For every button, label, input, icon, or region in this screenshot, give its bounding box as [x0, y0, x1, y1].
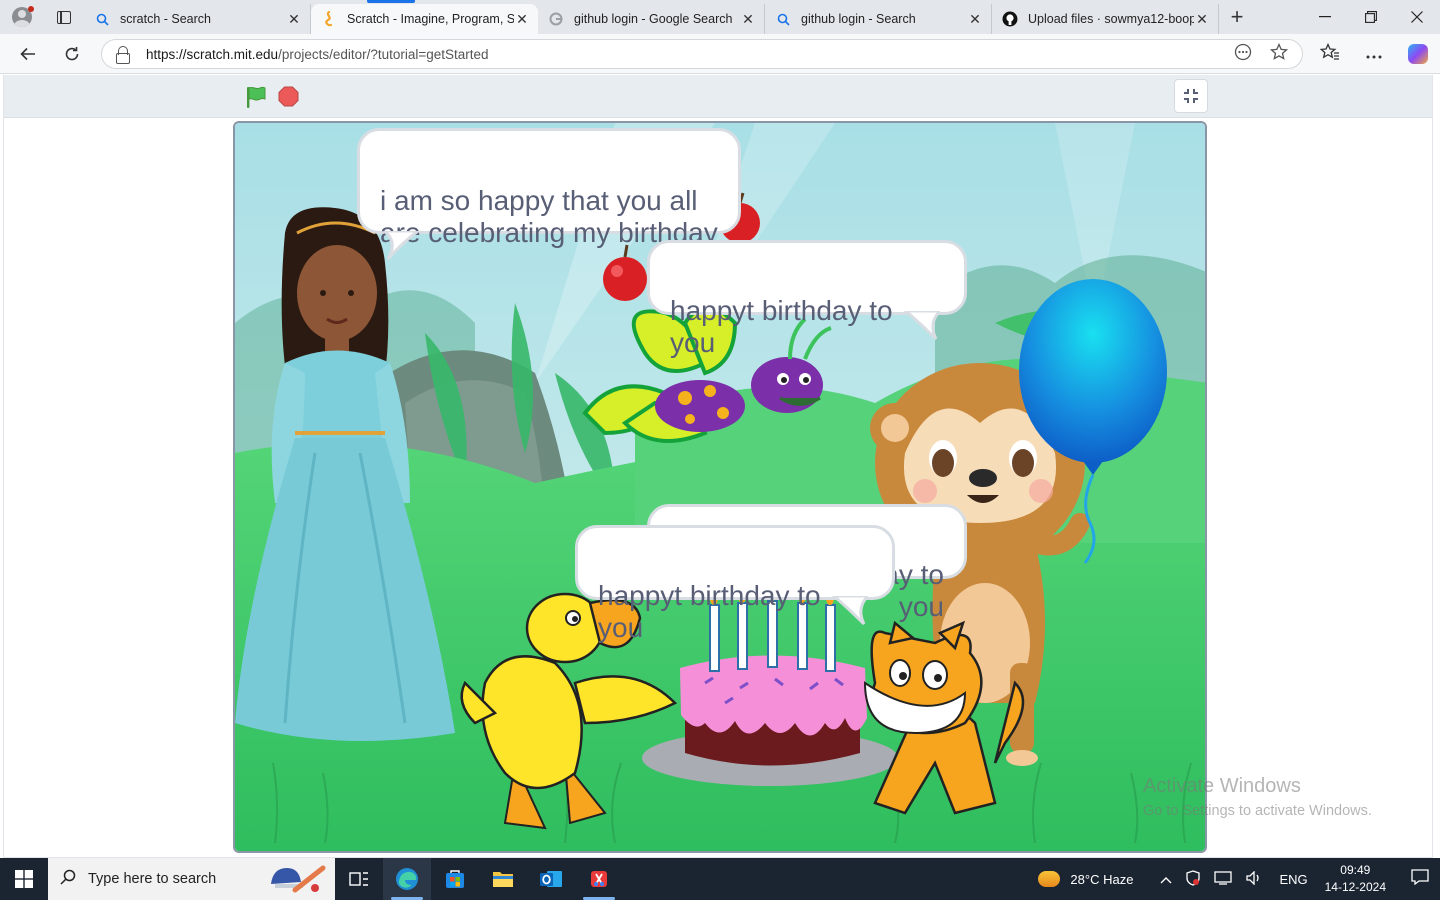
address-bar-row: https://scratch.mit.edu/projects/editor/…	[0, 34, 1440, 74]
close-tab-icon[interactable]: ✕	[286, 11, 302, 28]
tab-scratch-search[interactable]: scratch - Search ✕	[84, 4, 311, 34]
close-window-button[interactable]	[1394, 0, 1440, 34]
bubble-tail-icon	[903, 311, 940, 341]
taskbar-edge[interactable]	[383, 858, 431, 900]
watermark-title: Activate Windows	[1143, 775, 1301, 797]
browser-tab-strip: scratch - Search ✕ Scratch - Imagine, Pr…	[0, 0, 1440, 34]
weather-text: 28°C Haze	[1070, 871, 1134, 887]
window-controls	[1302, 0, 1440, 34]
notification-center-button[interactable]	[1400, 868, 1440, 890]
outlook-icon	[540, 871, 562, 887]
start-button[interactable]	[0, 858, 48, 900]
green-flag-button[interactable]	[244, 85, 268, 109]
close-tab-icon[interactable]: ✕	[740, 11, 756, 28]
tab-actions-button[interactable]	[44, 0, 84, 34]
back-button[interactable]	[6, 34, 50, 74]
favorite-star-icon[interactable]	[1269, 42, 1289, 65]
browser-toolbar-right	[1308, 34, 1440, 74]
taskbar-file-explorer[interactable]	[479, 858, 527, 900]
close-tab-icon[interactable]: ✕	[1194, 11, 1210, 28]
notification-dot	[28, 6, 34, 12]
scratch-stage[interactable]: i am so happy that you all are celebrati…	[233, 121, 1207, 853]
scratch-icon	[321, 11, 337, 27]
task-view-icon	[349, 872, 368, 886]
new-tab-button[interactable]: +	[1219, 4, 1255, 30]
task-view-button[interactable]	[335, 858, 383, 900]
windows-logo-icon	[15, 870, 33, 888]
url-path: /projects/editor/?tutorial=getStarted	[278, 46, 489, 62]
search-icon	[94, 11, 110, 27]
show-hidden-icons-chevron-icon[interactable]	[1160, 872, 1172, 887]
reader-mode-icon[interactable]	[1234, 43, 1252, 65]
taskbar-clock[interactable]: 09:49 14-12-2024	[1325, 862, 1386, 896]
cricket-helmet-icon	[271, 865, 326, 893]
taskbar-outlook[interactable]	[527, 858, 575, 900]
search-icon	[775, 11, 791, 27]
tab-google-search[interactable]: github login - Google Search ✕	[538, 4, 765, 34]
activate-windows-watermark: Activate Windows Go to Settings to activ…	[1143, 775, 1372, 819]
search-icon	[60, 869, 82, 890]
stop-icon	[278, 86, 299, 107]
tab-scratch-editor[interactable]: Scratch - Imagine, Program, Sha ✕	[311, 0, 538, 34]
bubble-tail-icon	[384, 231, 421, 260]
url-bar[interactable]: https://scratch.mit.edu/projects/editor/…	[101, 39, 1303, 69]
tab-github-search[interactable]: github login - Search ✕	[765, 4, 992, 34]
more-menu-icon[interactable]	[1352, 44, 1396, 64]
taskbar-snipping-tool[interactable]	[575, 858, 623, 900]
stop-button[interactable]	[278, 86, 299, 107]
tab-title: github login - Google Search	[574, 12, 733, 26]
system-tray: 28°C Haze ENG 09:49 14-12-2024	[1038, 858, 1440, 900]
watermark-subtitle: Go to Settings to activate Windows.	[1143, 803, 1372, 819]
weather-widget[interactable]: 28°C Haze	[1038, 871, 1133, 887]
google-icon	[548, 11, 564, 27]
folder-icon	[493, 872, 513, 887]
tab-github-upload[interactable]: Upload files · sowmya12-boop2 ✕	[992, 4, 1219, 34]
princess-speech-bubble: i am so happy that you all are celebrati…	[357, 128, 741, 260]
tab-title: Scratch - Imagine, Program, Sha	[347, 12, 514, 26]
url-host: https://scratch.mit.edu	[146, 46, 279, 62]
edge-icon	[396, 868, 418, 890]
exit-fullscreen-button[interactable]	[1174, 79, 1208, 113]
refresh-button[interactable]	[50, 34, 94, 74]
close-tab-icon[interactable]: ✕	[967, 11, 983, 28]
windows-taskbar: Type here to search 28°C Haze ENG 09:49 …	[0, 858, 1440, 900]
network-icon[interactable]	[1214, 870, 1233, 888]
restore-button[interactable]	[1348, 0, 1394, 34]
monkey-speech-bubble: happyt birthday to you	[647, 240, 967, 358]
clock-date: 14-12-2024	[1324, 880, 1386, 894]
notification-icon	[1411, 868, 1429, 885]
store-icon	[446, 870, 464, 888]
profile-button[interactable]	[0, 0, 44, 34]
bubble-tail-icon	[831, 596, 868, 626]
taskbar-search-placeholder: Type here to search	[88, 871, 217, 887]
snipping-tool-icon	[591, 871, 607, 887]
language-indicator[interactable]: ENG	[1279, 872, 1307, 887]
stage-header	[4, 75, 1432, 118]
scratch-page: i am so happy that you all are celebrati…	[0, 75, 1440, 858]
tab-title: Upload files · sowmya12-boop2	[1028, 12, 1194, 26]
tab-actions-icon	[57, 10, 71, 24]
weather-haze-icon	[1038, 871, 1061, 887]
minimize-button[interactable]	[1302, 0, 1348, 34]
taskbar-store[interactable]	[431, 858, 479, 900]
close-tab-icon[interactable]: ✕	[514, 11, 530, 28]
volume-icon[interactable]	[1246, 869, 1262, 888]
princess-speech-text: i am so happy that you all are celebrati…	[380, 185, 718, 248]
favorites-icon[interactable]	[1308, 42, 1352, 66]
lock-icon[interactable]	[116, 46, 130, 64]
security-shield-icon[interactable]	[1186, 869, 1201, 889]
tab-title: github login - Search	[801, 12, 916, 26]
duck-speech-bubble: happyt birthday to you	[575, 525, 895, 643]
github-icon	[1002, 11, 1018, 27]
clock-time: 09:49	[1340, 863, 1371, 877]
tab-title: scratch - Search	[120, 12, 212, 26]
copilot-icon[interactable]	[1408, 44, 1428, 64]
taskbar-search-box[interactable]: Type here to search	[48, 858, 335, 900]
green-flag-icon	[247, 86, 266, 108]
exit-fullscreen-icon	[1184, 89, 1198, 103]
